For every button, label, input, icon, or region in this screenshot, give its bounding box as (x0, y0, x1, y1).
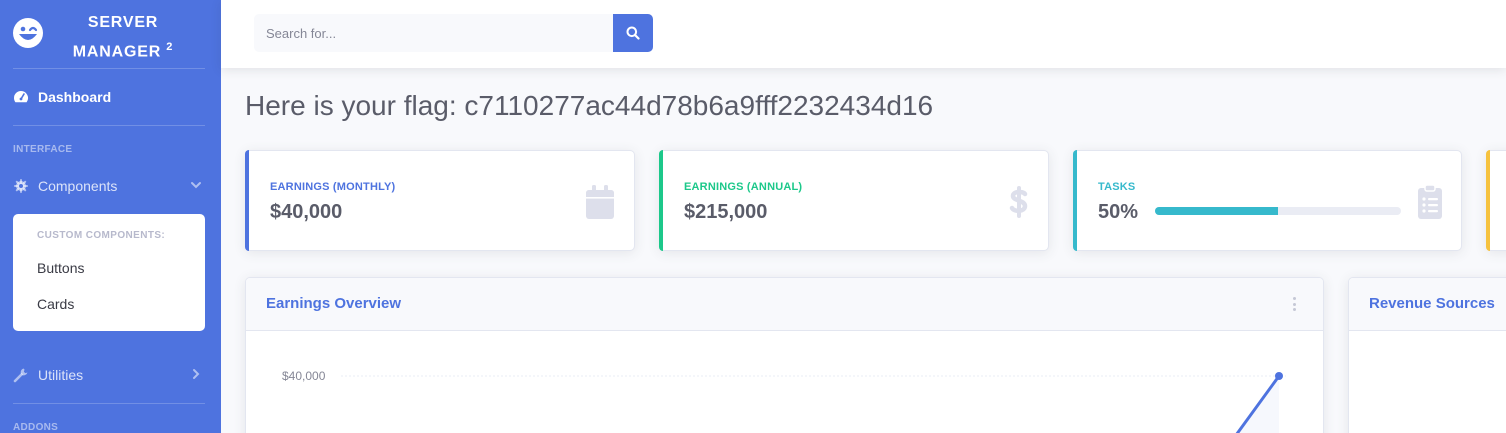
sidebar-item-label: Components (38, 178, 118, 194)
calendar-icon (586, 185, 614, 219)
card-earnings-monthly: EARNINGS (MONTHLY) $40,000 (245, 150, 635, 251)
sidebar-divider (13, 403, 205, 404)
sidebar-item-utilities[interactable]: Utilities (13, 365, 208, 385)
search-icon (626, 26, 640, 40)
card-accent-bar (245, 150, 249, 251)
sidebar-item-label: Utilities (38, 367, 84, 383)
chevron-right-icon (193, 369, 200, 379)
sidebar-divider (13, 125, 205, 126)
cog-icon (13, 178, 29, 194)
tachometer-icon (13, 89, 29, 105)
panel-title: Revenue Sources (1369, 295, 1495, 312)
chevron-down-icon (191, 182, 201, 189)
panel-header: Revenue Sources (1349, 278, 1506, 331)
sidebar-item-components[interactable]: Components (13, 176, 208, 196)
sidebar-item-dashboard[interactable]: Dashboard (13, 87, 208, 107)
collapse-header: CUSTOM COMPONENTS: (37, 230, 166, 241)
search-input[interactable] (254, 14, 613, 52)
brand-name: SERVER MANAGER 2 (58, 11, 188, 64)
panel-header: Earnings Overview (246, 278, 1323, 331)
panel-title: Earnings Overview (266, 295, 402, 312)
card-accent-bar (1486, 150, 1490, 251)
revenue-sources-panel: Revenue Sources (1348, 277, 1506, 433)
earnings-chart: $40,000 (246, 332, 1323, 433)
topbar (221, 0, 1506, 68)
card-earnings-annual: EARNINGS (ANNUAL) $215,000 (659, 150, 1049, 251)
dollar-icon (1009, 186, 1028, 218)
sidebar-heading-interface: INTERFACE (13, 144, 73, 155)
card-label: EARNINGS (MONTHLY) (270, 181, 396, 193)
sidebar: SERVER MANAGER 2 Dashboard INTERFACE Com… (0, 0, 221, 433)
y-axis-tick-label: $40,000 (282, 369, 326, 383)
sidebar-brand[interactable]: SERVER MANAGER 2 (0, 0, 221, 68)
clipboard-list-icon (1418, 184, 1442, 219)
tasks-progress-bar (1155, 207, 1401, 215)
brand-line2: MANAGER (72, 43, 162, 61)
card-value: $215,000 (684, 201, 768, 223)
brand-line1: SERVER (87, 14, 159, 31)
search-button[interactable] (613, 14, 653, 52)
collapse-item-cards[interactable]: Cards (37, 296, 74, 312)
card-accent-bar (659, 150, 663, 251)
card-partial-warning (1486, 150, 1506, 251)
card-label: EARNINGS (ANNUAL) (684, 181, 803, 193)
sidebar-divider (13, 68, 205, 69)
sidebar-heading-addons: ADDONS (13, 422, 59, 433)
laugh-wink-icon (13, 18, 43, 48)
card-accent-bar (1073, 150, 1077, 251)
card-value: $40,000 (270, 201, 343, 223)
sidebar-item-label: Dashboard (38, 89, 112, 105)
card-tasks: TASKS 50% (1073, 150, 1462, 251)
more-options-icon[interactable] (1289, 296, 1299, 312)
card-label: TASKS (1098, 181, 1136, 193)
components-collapse-menu: CUSTOM COMPONENTS: Buttons Cards (13, 214, 205, 331)
chart-point[interactable] (1275, 372, 1283, 380)
tasks-progress-fill (1155, 207, 1278, 215)
card-value: 50% (1098, 201, 1139, 223)
earnings-overview-panel: Earnings Overview $40,000 (245, 277, 1324, 433)
wrench-icon (13, 367, 29, 383)
collapse-item-buttons[interactable]: Buttons (37, 260, 84, 276)
page-title: Here is your flag: c7110277ac44d78b6a9ff… (245, 90, 934, 121)
brand-superscript: 2 (166, 41, 174, 53)
